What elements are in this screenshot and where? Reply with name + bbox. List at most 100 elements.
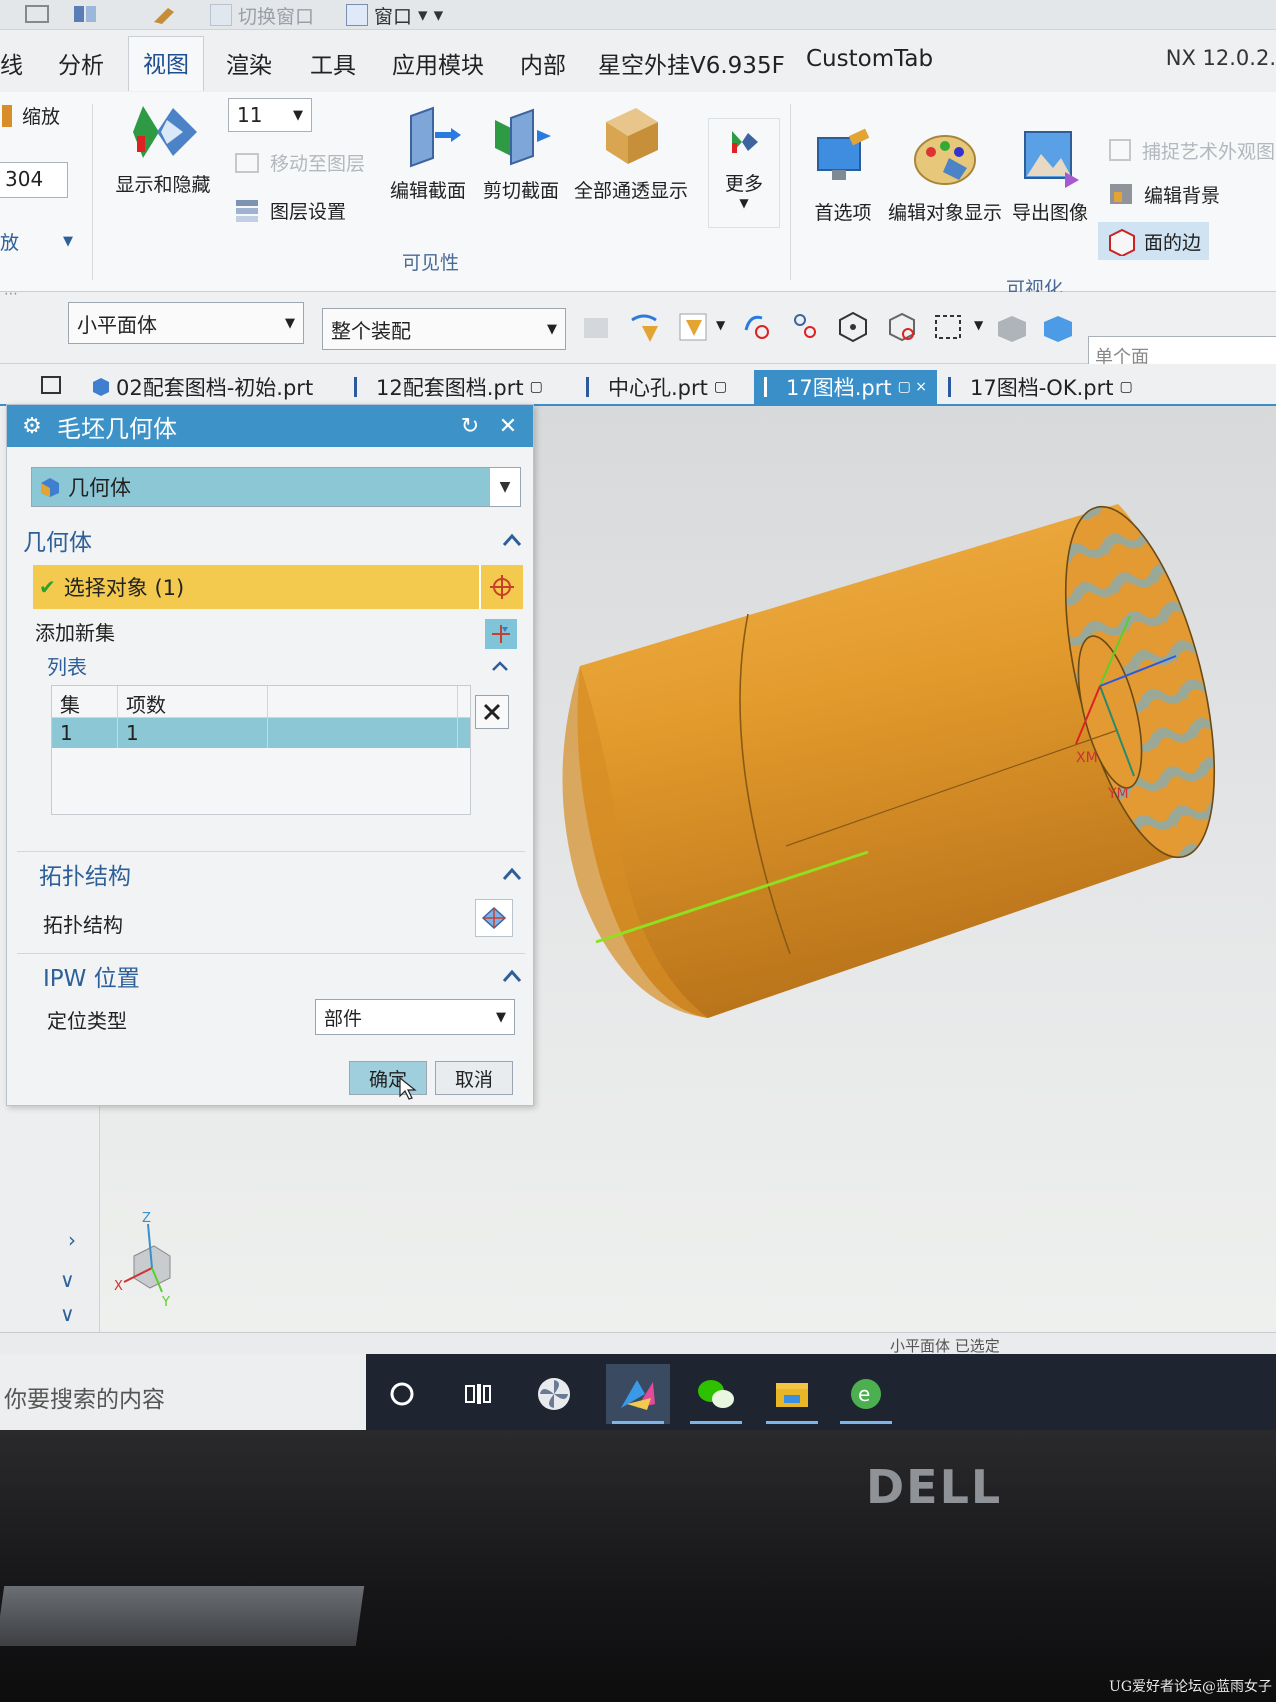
scale-field[interactable]: 304	[0, 162, 68, 198]
chevron-down-icon[interactable]: ∨	[60, 1302, 75, 1326]
transparent-icon	[606, 108, 658, 164]
geometry-section-header[interactable]: 几何体	[23, 523, 523, 557]
version-label: NX 12.0.2.	[1165, 46, 1276, 70]
box-select-icon[interactable]	[884, 310, 918, 344]
layer-dropdown[interactable]: 11 ▼	[228, 98, 312, 132]
capture-icon	[1109, 139, 1131, 161]
topology-button[interactable]	[475, 899, 513, 937]
layer-settings-button[interactable]: 图层设置	[232, 196, 346, 224]
filter-arrow-icon[interactable]	[628, 310, 662, 344]
chevron-up-icon[interactable]	[501, 529, 523, 551]
face-body-icon[interactable]	[1040, 310, 1074, 344]
preferences-icon	[817, 128, 870, 180]
menu-icon[interactable]: ⋯	[4, 286, 18, 302]
topology-label: 拓扑结构	[43, 913, 123, 937]
clip-section-button[interactable]: 剪切截面	[476, 106, 566, 203]
move-to-layer-button[interactable]: 移动至图层	[232, 148, 365, 176]
filter-off-icon[interactable]	[580, 310, 614, 344]
tab-tools[interactable]: 工具	[310, 46, 356, 80]
switch-window-button[interactable]: 切换窗口	[210, 2, 314, 28]
gear-icon[interactable]: ⚙	[19, 414, 45, 439]
tab-render[interactable]: 渲染	[226, 46, 272, 80]
filter-dropdown-arrow[interactable]: ▼	[716, 318, 725, 332]
window-menu-button[interactable]: 窗口 ▾ ▾	[346, 2, 443, 28]
layout-icon[interactable]	[72, 2, 102, 28]
tab-custom[interactable]: CustomTab	[806, 46, 933, 72]
tab-internal[interactable]: 内部	[520, 46, 566, 80]
zoom-button[interactable]: 缩放	[0, 102, 60, 129]
ribbon-panel: 缩放 304 放 ▼ 显示和隐藏 11 ▼ 移动至图层 图层设置 编辑截面 剪切…	[0, 92, 1276, 300]
rect-dropdown-arrow[interactable]: ▼	[974, 318, 983, 332]
svg-text:e: e	[858, 1382, 870, 1406]
select-object-row[interactable]: ✔ 选择对象 (1)	[33, 565, 523, 609]
edit-object-display-button[interactable]: 编辑对象显示	[884, 128, 1006, 225]
rectangle-select-icon[interactable]	[932, 310, 966, 344]
file-tab[interactable]: 中心孔.prt ▢	[576, 370, 737, 404]
file-tab[interactable]: 02配套图档-初始.prt	[80, 370, 323, 404]
type-filter-dropdown[interactable]: 小平面体 ▼	[68, 302, 304, 344]
file-tab[interactable]: 17图档-OK.prt ▢	[938, 370, 1143, 404]
locate-type-dropdown[interactable]: 部件 ▼	[315, 999, 515, 1035]
preferences-button[interactable]: 首选项	[808, 128, 878, 225]
edit-background-button[interactable]: 编辑背景	[1106, 180, 1220, 208]
tab-application[interactable]: 应用模块	[392, 46, 484, 80]
wechat-app-button[interactable]	[684, 1364, 748, 1424]
edit-section-button[interactable]: 编辑截面	[380, 106, 476, 203]
list-section-header[interactable]: 列表	[47, 651, 511, 680]
close-x-icon	[483, 703, 501, 721]
monitor-bezel	[0, 1430, 1276, 1702]
reset-icon[interactable]: ↻	[457, 414, 483, 439]
tab-view[interactable]: 视图	[128, 36, 204, 91]
hammer-icon[interactable]	[150, 2, 180, 28]
chevron-up-icon[interactable]	[501, 965, 523, 987]
circle-icon	[390, 1382, 414, 1406]
tab-curve[interactable]: 线	[0, 46, 23, 80]
cortana-button[interactable]	[370, 1364, 434, 1424]
solid-body-icon[interactable]	[994, 310, 1028, 344]
watermark-text: UG爱好者论坛@蓝雨女子	[1109, 1679, 1272, 1695]
task-view-button[interactable]	[446, 1364, 510, 1424]
add-new-set-button[interactable]	[485, 619, 517, 649]
browser-app-button[interactable]: e	[834, 1364, 898, 1424]
tab-analysis[interactable]: 分析	[58, 46, 104, 80]
ribbon-left-dropdown[interactable]: 放 ▼	[0, 228, 73, 255]
fan-app-button[interactable]	[522, 1364, 586, 1424]
export-image-button[interactable]: 导出图像	[1010, 128, 1090, 225]
selection-scope-dropdown[interactable]: 整个装配 ▼	[322, 308, 566, 350]
taskbar-search-box[interactable]: 你要搜索的内容	[0, 1354, 366, 1430]
undo-icon[interactable]	[24, 2, 52, 28]
column-header-count: 项数	[118, 686, 268, 717]
file-tab[interactable]: 12配套图档.prt ▢	[344, 370, 553, 404]
divider	[17, 851, 525, 852]
delete-set-button[interactable]	[475, 695, 509, 729]
snap-curve-icon[interactable]	[740, 310, 774, 344]
snap-chain-icon[interactable]	[790, 310, 824, 344]
file-explorer-button[interactable]	[760, 1364, 824, 1424]
chevron-up-icon[interactable]	[489, 655, 511, 677]
expand-arrow-icon[interactable]: ›	[68, 1228, 76, 1252]
type-filter-icon[interactable]	[676, 310, 710, 344]
all-transparent-button[interactable]: 全部通透显示	[566, 102, 696, 203]
file-tabs-menu-button[interactable]	[30, 368, 72, 402]
geometry-body-icon	[41, 478, 59, 497]
table-row[interactable]: 1 1	[52, 718, 470, 748]
show-hide-button[interactable]: 显示和隐藏	[108, 102, 218, 197]
more-button[interactable]: 更多 ▼	[708, 118, 780, 228]
cancel-button[interactable]: 取消	[435, 1061, 513, 1095]
file-tab-active[interactable]: 17图档.prt ▢ ×	[754, 370, 938, 404]
chevron-down-icon[interactable]: ∨	[60, 1268, 75, 1292]
status-text: 小平面体 已选定	[890, 1337, 1000, 1355]
face-edges-toggle[interactable]: 面的边	[1098, 222, 1210, 260]
dell-logo: DELL	[866, 1460, 1003, 1514]
tab-plugin[interactable]: 星空外挂V6.935F	[598, 46, 785, 80]
capture-art-button[interactable]: 捕捉艺术外观图	[1106, 136, 1275, 164]
ipw-section-header[interactable]: IPW 位置	[43, 959, 523, 993]
topology-section-header[interactable]: 拓扑结构	[39, 857, 523, 891]
select-object-button[interactable]	[479, 565, 523, 609]
nx-app-button[interactable]	[606, 1364, 670, 1424]
close-icon[interactable]: ✕	[495, 414, 521, 439]
cell-count: 1	[118, 718, 268, 748]
hexagon-select-icon[interactable]	[836, 310, 870, 344]
geometry-type-dropdown[interactable]: 几何体 ▼	[31, 467, 521, 507]
chevron-up-icon[interactable]	[501, 863, 523, 885]
